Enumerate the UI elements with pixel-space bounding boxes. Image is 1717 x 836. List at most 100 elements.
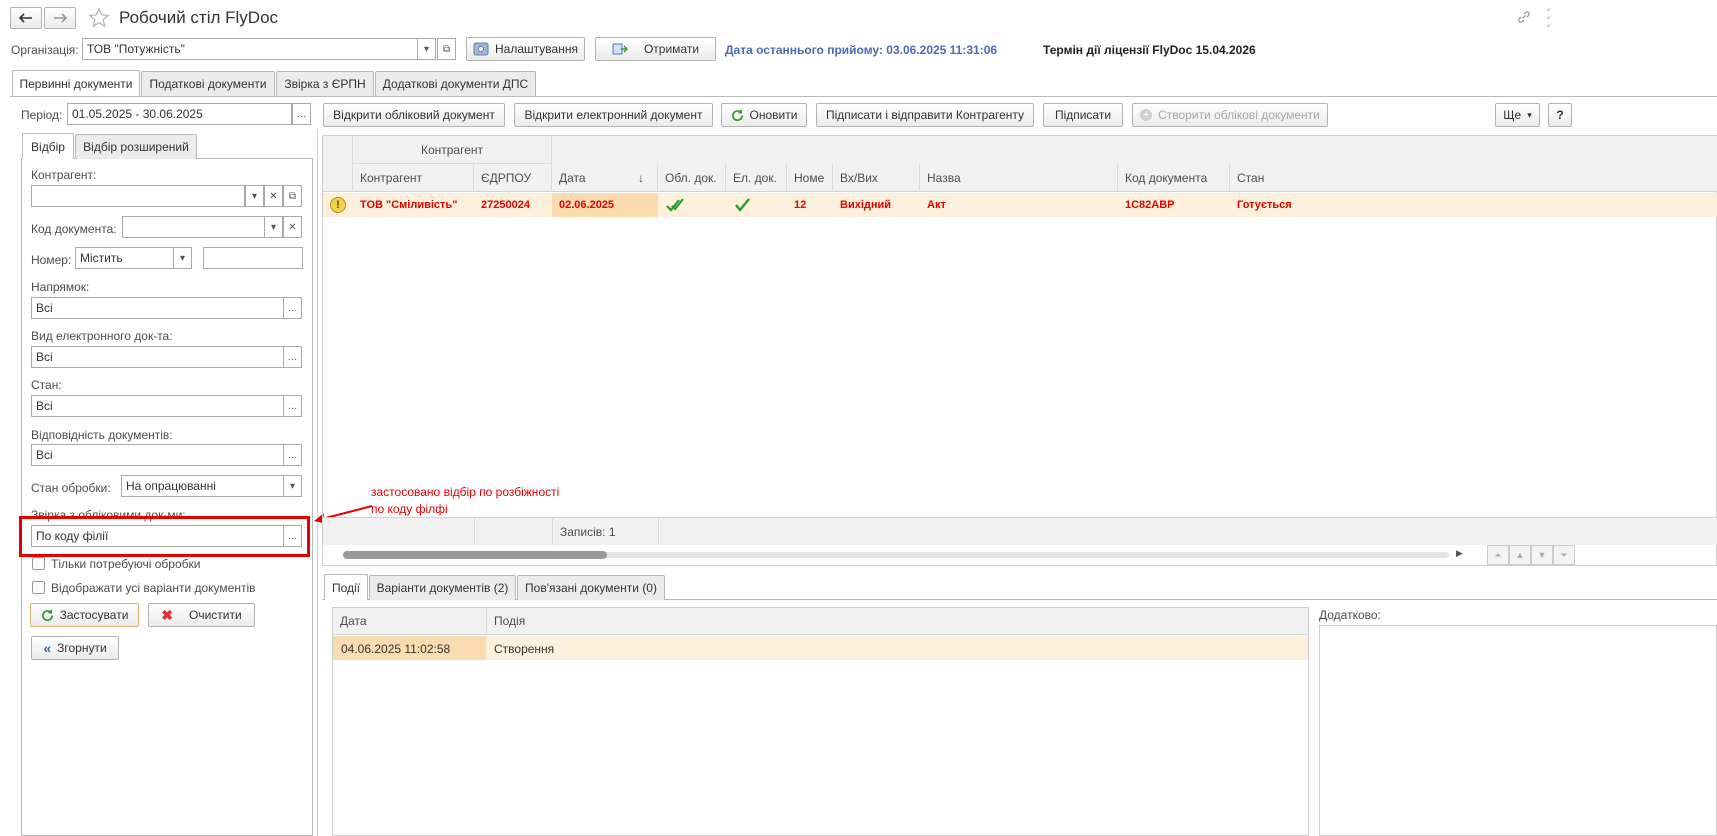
doc-code-field[interactable]: [122, 216, 265, 238]
events-header: [333, 608, 1308, 635]
extra-field[interactable]: [1319, 625, 1717, 836]
period-field[interactable]: 01.05.2025 - 30.06.2025: [67, 103, 292, 125]
collapse-button[interactable]: « Згорнути: [31, 636, 119, 660]
scroll-first-button[interactable]: ⏶: [1487, 545, 1509, 565]
tab-label: Звірка з ЄРПН: [284, 77, 366, 91]
tab-dps-docs[interactable]: Додаткові документи ДПС: [375, 71, 536, 96]
tab-linked-docs[interactable]: Пов'язані документи (0): [517, 575, 665, 600]
event-date-cell: 04.06.2025 11:02:58: [341, 642, 451, 656]
counterparty-label: Контрагент:: [31, 168, 97, 182]
refresh-button[interactable]: Оновити: [721, 103, 807, 127]
show-all-label: Відображати усі варіанти документів: [51, 581, 256, 595]
col-code[interactable]: Код документа: [1118, 164, 1230, 192]
chevron-down-icon: ▾: [423, 43, 430, 55]
number-field[interactable]: [203, 247, 303, 269]
open-edoc-button[interactable]: Відкрити електронний документ: [514, 103, 713, 127]
doc-code-clear-button[interactable]: ✕: [283, 216, 302, 238]
more-vert-icon[interactable]: · · ·: [1546, 2, 1551, 34]
col-edrpou[interactable]: ЄДРПОУ: [474, 164, 552, 192]
tab-events[interactable]: Події: [324, 574, 368, 600]
col-date[interactable]: Дата ↓: [552, 164, 658, 192]
col-acc-doc[interactable]: Обл. док.: [658, 164, 726, 192]
receive-button[interactable]: Отримати: [595, 37, 716, 61]
scroll-right-icon[interactable]: ▶: [1456, 548, 1463, 559]
settings-icon: [473, 42, 489, 56]
star-icon[interactable]: [88, 7, 110, 29]
help-label: ?: [1556, 108, 1564, 122]
apply-button[interactable]: Застосувати: [30, 603, 139, 627]
period-select-button[interactable]: …: [292, 103, 311, 125]
col-state[interactable]: Стан: [1230, 164, 1717, 192]
tab-doc-variants[interactable]: Варіанти документів (2): [369, 575, 516, 600]
cell-date: 02.06.2025: [559, 199, 615, 211]
sign-button[interactable]: Підписати: [1043, 103, 1123, 127]
state-select-button[interactable]: …: [283, 395, 302, 417]
clear-label: Очистити: [189, 608, 242, 622]
events-col-event[interactable]: Подія: [494, 614, 525, 628]
tab-erpn[interactable]: Звірка з ЄРПН: [276, 71, 374, 96]
settings-label: Налаштування: [495, 42, 578, 56]
tab-primary-docs[interactable]: Первинні документи: [12, 70, 140, 96]
col-number[interactable]: Номе: [787, 164, 833, 192]
tab-filter-extended[interactable]: Відбір розширений: [75, 134, 197, 159]
settings-button[interactable]: Налаштування: [466, 37, 585, 61]
column-label: Назва: [927, 171, 961, 185]
direction-field[interactable]: Всі: [31, 297, 284, 319]
tab-filter[interactable]: Відбір: [22, 133, 74, 159]
direction-label: Напрямок:: [31, 280, 90, 294]
match-select-button[interactable]: …: [283, 444, 302, 466]
refresh-icon: [41, 609, 53, 621]
only-need-checkbox[interactable]: [32, 557, 45, 570]
tab-label: Податкові документи: [149, 77, 267, 91]
match-label: Відповідність документів:: [31, 428, 173, 442]
counterparty-field[interactable]: [31, 185, 245, 207]
sign-send-button[interactable]: Підписати і відправити Контрагенту: [816, 103, 1034, 127]
window-title: Робочий стіл FlyDoc: [119, 8, 279, 27]
scroll-down-button[interactable]: ▼: [1531, 545, 1553, 565]
org-field[interactable]: ТОВ "Потужність": [82, 38, 418, 60]
org-open-button[interactable]: ⧉: [437, 38, 456, 60]
doc-code-dropdown-button[interactable]: ▾: [264, 216, 283, 238]
table-row[interactable]: [323, 193, 1717, 217]
tab-tax-docs[interactable]: Податкові документи: [141, 71, 275, 96]
link-icon[interactable]: [1516, 9, 1532, 25]
col-direction[interactable]: Вх/Вих: [833, 164, 920, 192]
events-col-date[interactable]: Дата: [340, 614, 367, 628]
footer-divider: [474, 518, 475, 545]
clear-button[interactable]: ✖ Очистити: [148, 603, 255, 627]
state-field[interactable]: Всі: [31, 395, 284, 417]
col-counterparty[interactable]: Контрагент: [353, 164, 474, 192]
open-edoc-label: Відкрити електронний документ: [524, 108, 703, 122]
show-all-checkbox[interactable]: [32, 581, 45, 594]
col-edoc[interactable]: Ел. док.: [726, 164, 787, 192]
match-field[interactable]: Всі: [31, 444, 284, 466]
more-button[interactable]: Ще ▾: [1495, 103, 1540, 127]
counterparty-open-button[interactable]: ⧉: [283, 185, 302, 207]
counterparty-dropdown-button[interactable]: ▾: [245, 185, 264, 207]
back-button[interactable]: [10, 7, 42, 29]
column-label: Обл. док.: [665, 171, 717, 185]
annotation-highlight-box: [19, 516, 310, 557]
org-dropdown-button[interactable]: ▾: [417, 38, 436, 60]
col-name[interactable]: Назва: [920, 164, 1118, 192]
processing-dropdown[interactable]: ▾: [283, 475, 302, 497]
edoc-type-field[interactable]: Всі: [31, 346, 284, 368]
forward-button[interactable]: [44, 7, 76, 29]
direction-select-button[interactable]: …: [283, 297, 302, 319]
help-button[interactable]: ?: [1548, 103, 1572, 127]
scrollbar-thumb[interactable]: [343, 551, 607, 559]
scroll-last-button[interactable]: ⏷: [1553, 545, 1575, 565]
sort-down-icon: ↓: [638, 171, 644, 185]
column-label: Дата: [559, 171, 586, 185]
tab-label: Додаткові документи ДПС: [382, 77, 529, 91]
processing-field[interactable]: На опрацюванні: [121, 475, 284, 497]
number-mode-select[interactable]: Містить: [75, 247, 174, 269]
create-docs-button[interactable]: + Створити облікові документи: [1132, 103, 1328, 127]
edoc-type-select-button[interactable]: …: [283, 346, 302, 368]
open-account-doc-button[interactable]: Відкрити обліковий документ: [323, 103, 505, 127]
scroll-up-button[interactable]: ▲: [1509, 545, 1531, 565]
counterparty-clear-button[interactable]: ✕: [264, 185, 283, 207]
close-icon: ✕: [288, 221, 297, 233]
number-mode-dropdown[interactable]: ▾: [173, 247, 192, 269]
column-label: Номе: [794, 171, 825, 185]
